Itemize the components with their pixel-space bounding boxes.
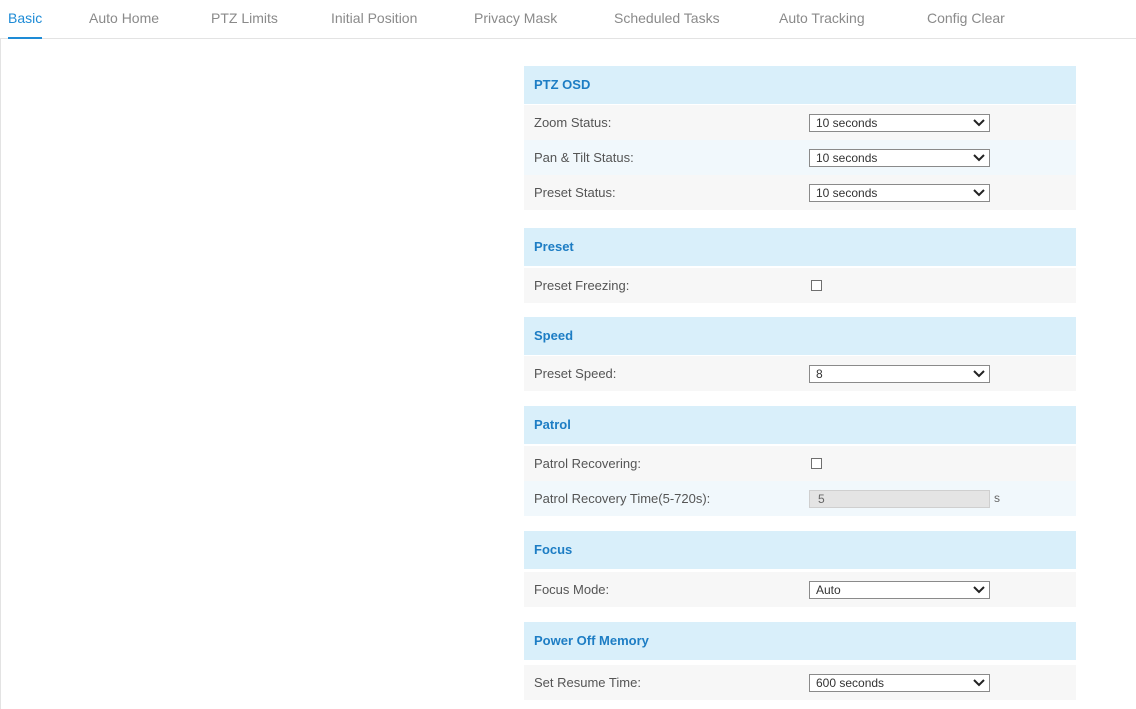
tab-basic[interactable]: Basic: [8, 8, 43, 39]
patrol-recovery-time-unit: s: [994, 491, 1000, 505]
preset-speed-label: Preset Speed:: [534, 366, 617, 381]
focus-mode-select[interactable]: Auto: [809, 581, 990, 599]
zoom-status-value: 10 seconds: [816, 116, 878, 130]
row-preset-speed: Preset Speed: 8: [524, 356, 1076, 391]
zoom-status-select[interactable]: 10 seconds: [809, 114, 990, 132]
chevron-down-icon: [973, 189, 985, 197]
row-zoom-status: Zoom Status: 10 seconds: [524, 105, 1076, 140]
row-preset-status: Preset Status: 10 seconds: [524, 175, 1076, 210]
row-preset-freezing: Preset Freezing:: [524, 268, 1076, 303]
tab-ptz-limits[interactable]: PTZ Limits: [211, 8, 278, 38]
row-patrol-recovering: Patrol Recovering:: [524, 446, 1076, 481]
set-resume-time-value: 600 seconds: [816, 676, 885, 690]
section-header-speed: Speed: [524, 317, 1076, 355]
focus-mode-value: Auto: [816, 583, 841, 597]
preset-freezing-checkbox[interactable]: [811, 280, 822, 291]
patrol-recovery-time-label: Patrol Recovery Time(5-720s):: [534, 491, 711, 506]
tab-bar: Basic Auto Home PTZ Limits Initial Posit…: [0, 0, 1136, 39]
row-patrol-recovery-time: Patrol Recovery Time(5-720s): 5 s: [524, 481, 1076, 516]
row-set-resume-time: Set Resume Time: 600 seconds: [524, 665, 1076, 700]
pan-tilt-status-select[interactable]: 10 seconds: [809, 149, 990, 167]
pan-tilt-status-value: 10 seconds: [816, 151, 878, 165]
settings-content: PTZ OSD Zoom Status: 10 seconds Pan & Ti…: [0, 39, 1135, 709]
section-header-focus: Focus: [524, 531, 1076, 569]
tab-initial-position[interactable]: Initial Position: [331, 8, 417, 38]
chevron-down-icon: [973, 586, 985, 594]
zoom-status-label: Zoom Status:: [534, 115, 612, 130]
section-header-power-off-memory: Power Off Memory: [524, 622, 1076, 660]
preset-status-select[interactable]: 10 seconds: [809, 184, 990, 202]
chevron-down-icon: [973, 154, 985, 162]
preset-speed-select[interactable]: 8: [809, 365, 990, 383]
chevron-down-icon: [973, 679, 985, 687]
section-header-ptz-osd: PTZ OSD: [524, 66, 1076, 104]
row-focus-mode: Focus Mode: Auto: [524, 572, 1076, 607]
row-pan-tilt-status: Pan & Tilt Status: 10 seconds: [524, 140, 1076, 175]
preset-status-value: 10 seconds: [816, 186, 878, 200]
patrol-recovering-checkbox[interactable]: [811, 458, 822, 469]
tab-privacy-mask[interactable]: Privacy Mask: [474, 8, 557, 38]
preset-status-label: Preset Status:: [534, 185, 616, 200]
set-resume-time-select[interactable]: 600 seconds: [809, 674, 990, 692]
tab-auto-tracking[interactable]: Auto Tracking: [779, 8, 865, 38]
patrol-recovery-time-value: 5: [818, 492, 825, 506]
set-resume-time-label: Set Resume Time:: [534, 675, 641, 690]
chevron-down-icon: [973, 370, 985, 378]
section-header-patrol: Patrol: [524, 406, 1076, 444]
patrol-recovering-label: Patrol Recovering:: [534, 456, 641, 471]
tab-auto-home[interactable]: Auto Home: [89, 8, 159, 38]
focus-mode-label: Focus Mode:: [534, 582, 610, 597]
pan-tilt-status-label: Pan & Tilt Status:: [534, 150, 634, 165]
chevron-down-icon: [973, 119, 985, 127]
preset-freezing-label: Preset Freezing:: [534, 278, 630, 293]
tab-scheduled-tasks[interactable]: Scheduled Tasks: [614, 8, 720, 38]
tab-config-clear[interactable]: Config Clear: [927, 8, 1005, 38]
patrol-recovery-time-input[interactable]: 5: [809, 490, 990, 508]
preset-speed-value: 8: [816, 367, 823, 381]
section-header-preset: Preset: [524, 228, 1076, 266]
